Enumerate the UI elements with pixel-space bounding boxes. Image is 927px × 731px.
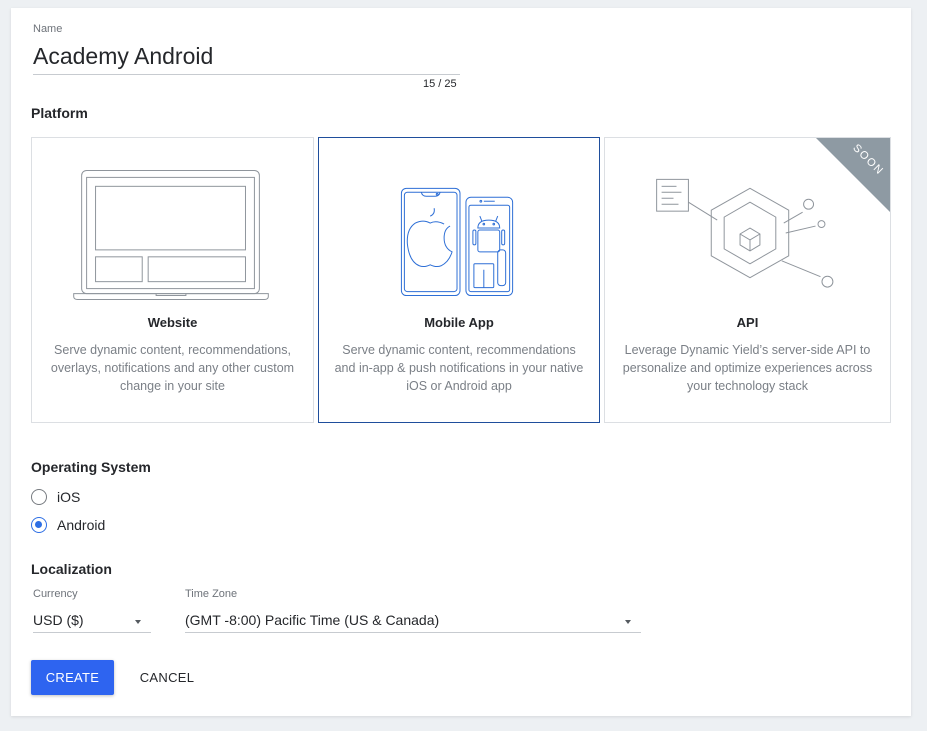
card-description: Leverage Dynamic Yield’s server-side API…: [622, 343, 873, 393]
name-char-counter: 15 / 25: [423, 78, 457, 90]
timezone-label: Time Zone: [185, 588, 238, 600]
card-title: API: [736, 315, 759, 330]
card-title: Mobile App: [424, 315, 494, 330]
platform-section-title: Platform: [31, 105, 88, 121]
soon-badge: SOON: [816, 138, 890, 212]
currency-label: Currency: [33, 588, 78, 600]
platform-card-api[interactable]: SOON API Leverage Dynamic Yield’s server…: [604, 137, 891, 423]
cancel-button[interactable]: CANCEL: [129, 660, 205, 695]
timezone-value: (GMT -8:00) Pacific Time (US & Canada): [185, 611, 440, 628]
chevron-down-icon: [625, 620, 631, 624]
create-button[interactable]: CREATE: [31, 660, 114, 695]
card-description: Serve dynamic content, recommendations a…: [334, 343, 584, 393]
localization-section-title: Localization: [31, 561, 112, 577]
name-field-label: Name: [33, 23, 63, 35]
operating-system-section-title: Operating System: [31, 459, 151, 475]
mobile-phones-icon: [400, 187, 514, 297]
timezone-select[interactable]: (GMT -8:00) Pacific Time (US & Canada): [185, 607, 641, 633]
laptop-icon: [73, 169, 269, 301]
os-option-ios[interactable]: iOS: [31, 487, 80, 507]
radio-label: iOS: [57, 489, 81, 505]
currency-select[interactable]: USD ($): [33, 607, 151, 633]
android-radio[interactable]: [31, 517, 47, 533]
platform-card-website[interactable]: Website Serve dynamic content, recommend…: [31, 137, 314, 423]
create-section-form: Name 15 / 25 Platform Website Serve dyna…: [11, 8, 911, 716]
card-title: Website: [147, 315, 198, 330]
platform-card-mobile-app[interactable]: Mobile App Serve dynamic content, recomm…: [318, 137, 600, 423]
ios-radio[interactable]: [31, 489, 47, 505]
os-option-android[interactable]: Android: [31, 515, 105, 535]
chevron-down-icon: [135, 620, 141, 624]
name-input[interactable]: [33, 39, 460, 75]
card-description: Serve dynamic content, recommendations, …: [50, 343, 295, 393]
currency-value: USD ($): [33, 611, 84, 628]
radio-label: Android: [57, 517, 106, 533]
